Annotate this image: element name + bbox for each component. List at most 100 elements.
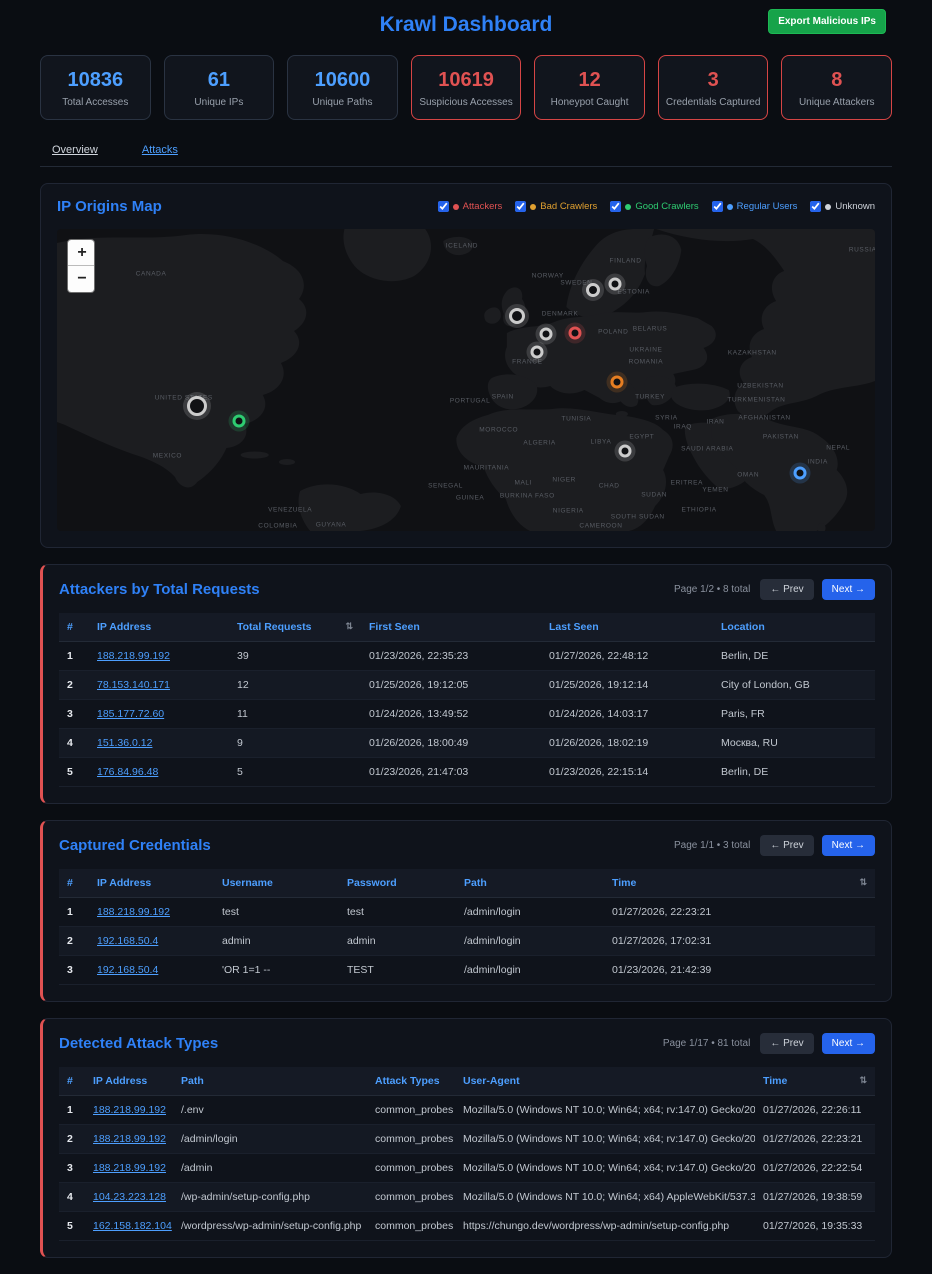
legend-attackers-checkbox[interactable] — [438, 201, 449, 212]
cell-user-agent: Mozilla/5.0 (Windows NT 10.0; Win64; x64… — [455, 1096, 755, 1125]
prev-page-button[interactable]: ← Prev — [760, 835, 813, 856]
map-marker-regular-user[interactable] — [793, 467, 806, 480]
cell-first-seen: 01/23/2026, 21:47:03 — [361, 758, 541, 787]
cell-time: 01/27/2026, 22:22:54 — [755, 1154, 875, 1183]
next-page-button[interactable]: Next → — [822, 1033, 875, 1054]
column-header-time[interactable]: Time⇅ — [604, 869, 875, 898]
column-header-last-seen[interactable]: Last Seen — [541, 613, 713, 642]
cell-total-requests: 39 — [229, 642, 361, 671]
map-marker-unknown[interactable] — [540, 328, 553, 341]
column-header-ip-address[interactable]: IP Address — [89, 613, 229, 642]
prev-page-button[interactable]: ← Prev — [760, 579, 813, 600]
legend-bad-crawlers[interactable]: Bad Crawlers — [515, 201, 597, 212]
column-header-num[interactable]: # — [59, 1067, 85, 1096]
ip-link[interactable]: 192.168.50.4 — [97, 935, 158, 947]
cell-time: 01/27/2026, 17:02:31 — [604, 927, 875, 956]
ip-link[interactable]: 151.36.0.12 — [97, 737, 152, 749]
map-zoom-control: + − — [67, 239, 95, 293]
map-marker-unknown[interactable] — [187, 396, 207, 416]
attackers-title: Attackers by Total Requests — [59, 581, 260, 598]
cell-user-agent: Mozilla/5.0 (Windows NT 10.0; Win64; x64… — [455, 1183, 755, 1212]
ip-link[interactable]: 185.177.72.60 — [97, 708, 164, 720]
cell-path: /admin — [173, 1154, 367, 1183]
sort-icon[interactable]: ⇅ — [859, 1075, 867, 1086]
cell-location: Москва, RU — [713, 729, 875, 758]
tab-attacks[interactable]: Attacks — [142, 144, 178, 156]
cell-last-seen: 01/25/2026, 19:12:14 — [541, 671, 713, 700]
attackers-pagination: Page 1/2 • 8 total ← Prev Next → — [674, 579, 875, 600]
column-header-path[interactable]: Path — [456, 869, 604, 898]
export-malicious-ips-button[interactable]: Export Malicious IPs — [768, 9, 886, 34]
attackers-section: Attackers by Total Requests Page 1/2 • 8… — [40, 564, 892, 804]
ip-link[interactable]: 176.84.96.48 — [97, 766, 158, 778]
legend-good-crawlers[interactable]: Good Crawlers — [610, 201, 698, 212]
legend-label: Good Crawlers — [635, 201, 698, 212]
column-header-ip-address[interactable]: IP Address — [89, 869, 214, 898]
prev-page-button[interactable]: ← Prev — [760, 1033, 813, 1054]
sort-icon[interactable]: ⇅ — [859, 877, 867, 888]
cell-ip: 192.168.50.4 — [89, 927, 214, 956]
column-header-password[interactable]: Password — [339, 869, 456, 898]
ip-link[interactable]: 192.168.50.4 — [97, 964, 158, 976]
legend-unknown[interactable]: Unknown — [810, 201, 875, 212]
table-header-row: # IP Address Username Password Path Time… — [59, 869, 875, 898]
map-marker-unknown[interactable] — [618, 444, 631, 457]
ip-link[interactable]: 188.218.99.192 — [93, 1104, 166, 1116]
column-header-num[interactable]: # — [59, 613, 89, 642]
cell-ip: 188.218.99.192 — [89, 642, 229, 671]
next-page-button[interactable]: Next → — [822, 835, 875, 856]
map-marker-unknown[interactable] — [531, 345, 544, 358]
map-marker-bad-crawler[interactable] — [610, 376, 623, 389]
stat-suspicious-accesses: 10619 Suspicious Accesses — [411, 55, 522, 120]
legend-attackers[interactable]: Attackers — [438, 201, 503, 212]
column-header-username[interactable]: Username — [214, 869, 339, 898]
cell-num: 3 — [59, 956, 89, 985]
ip-link[interactable]: 188.218.99.192 — [93, 1162, 166, 1174]
column-header-attack-types[interactable]: Attack Types — [367, 1067, 455, 1096]
cell-attack-types: common_probes — [367, 1096, 455, 1125]
zoom-in-button[interactable]: + — [68, 240, 95, 266]
cell-user-agent: Mozilla/5.0 (Windows NT 10.0; Win64; x64… — [455, 1154, 755, 1183]
credentials-table: # IP Address Username Password Path Time… — [59, 869, 875, 985]
column-header-num[interactable]: # — [59, 869, 89, 898]
map-marker-attacker[interactable] — [568, 326, 581, 339]
legend-good-crawlers-checkbox[interactable] — [610, 201, 621, 212]
cell-path: /.env — [173, 1096, 367, 1125]
zoom-out-button[interactable]: − — [68, 266, 95, 292]
column-header-location[interactable]: Location — [713, 613, 875, 642]
cell-ip: 176.84.96.48 — [89, 758, 229, 787]
legend-bad-crawlers-checkbox[interactable] — [515, 201, 526, 212]
cell-last-seen: 01/23/2026, 22:15:14 — [541, 758, 713, 787]
column-header-first-seen[interactable]: First Seen — [361, 613, 541, 642]
legend-unknown-checkbox[interactable] — [810, 201, 821, 212]
map-marker-unknown[interactable] — [608, 277, 621, 290]
ip-link[interactable]: 162.158.182.104 — [93, 1220, 172, 1232]
ip-link[interactable]: 188.218.99.192 — [97, 650, 170, 662]
cell-time: 01/27/2026, 19:35:33 — [755, 1212, 875, 1241]
cell-user-agent: Mozilla/5.0 (Windows NT 10.0; Win64; x64… — [455, 1125, 755, 1154]
ip-link[interactable]: 78.153.140.171 — [97, 679, 170, 691]
ip-link[interactable]: 188.218.99.192 — [97, 906, 170, 918]
column-header-ip-address[interactable]: IP Address — [85, 1067, 173, 1096]
stat-credentials-captured: 3 Credentials Captured — [658, 55, 769, 120]
legend-regular-users-checkbox[interactable] — [712, 201, 723, 212]
legend-regular-users[interactable]: Regular Users — [712, 201, 798, 212]
table-row: 5 176.84.96.48 5 01/23/2026, 21:47:03 01… — [59, 758, 875, 787]
column-header-user-agent[interactable]: User-Agent — [455, 1067, 755, 1096]
column-header-time[interactable]: Time⇅ — [755, 1067, 875, 1096]
cell-ip: 188.218.99.192 — [89, 898, 214, 927]
map-marker-unknown[interactable] — [509, 308, 525, 324]
tab-overview[interactable]: Overview — [52, 144, 98, 156]
cell-user-agent: https://chungo.dev/wordpress/wp-admin/se… — [455, 1212, 755, 1241]
sort-icon[interactable]: ⇅ — [345, 621, 353, 632]
cell-ip: 188.218.99.192 — [85, 1125, 173, 1154]
map-marker-good-crawler[interactable] — [232, 415, 245, 428]
ip-link[interactable]: 104.23.223.128 — [93, 1191, 166, 1203]
next-page-button[interactable]: Next → — [822, 579, 875, 600]
world-map[interactable]: CANADAUNITED STATESMEXICOICELANDNORWAYSW… — [57, 229, 875, 531]
ip-link[interactable]: 188.218.99.192 — [93, 1133, 166, 1145]
column-header-path[interactable]: Path — [173, 1067, 367, 1096]
column-header-total-requests[interactable]: Total Requests⇅ — [229, 613, 361, 642]
map-marker-unknown[interactable] — [586, 283, 600, 297]
table-row: 1 188.218.99.192 39 01/23/2026, 22:35:23… — [59, 642, 875, 671]
